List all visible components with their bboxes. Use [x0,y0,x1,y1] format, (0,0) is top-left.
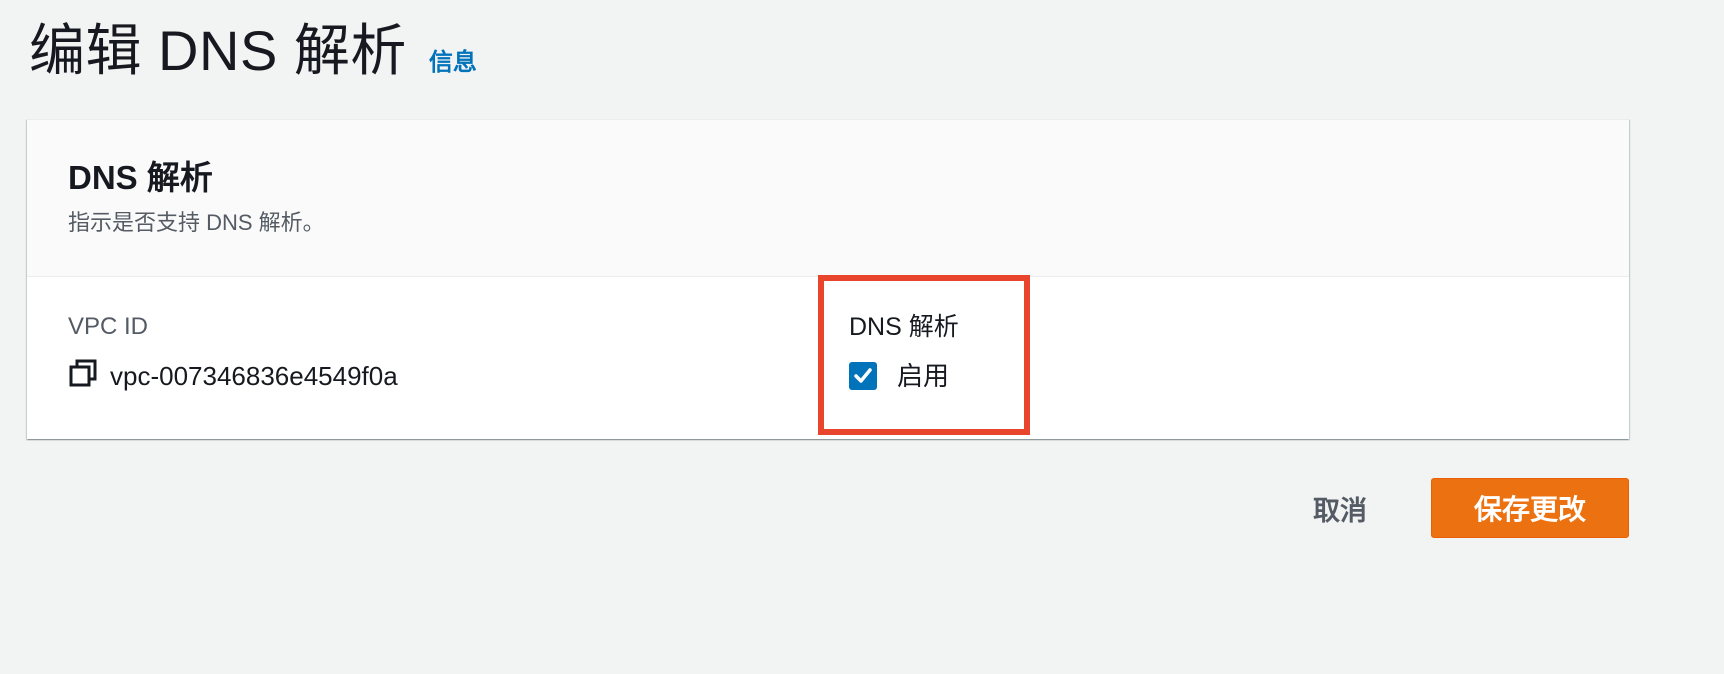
info-link[interactable]: 信息 [429,42,477,77]
vpc-id-label: VPC ID [68,313,149,340]
panel-title: DNS 解析 [68,159,213,196]
vpc-id-value-row: vpc-007346836e4549f0a [68,358,398,393]
save-changes-button[interactable]: 保存更改 [1431,478,1629,538]
enable-checkbox[interactable] [849,362,877,390]
page-header: 编辑 DNS 解析 信息 [29,16,477,86]
dns-resolution-field: DNS 解析 启用 [849,312,959,392]
panel-body: VPC ID vpc-007346836e4549f0a DNS 解析 启用 [27,277,1629,439]
copy-icon[interactable] [68,358,110,393]
enable-checkbox-label[interactable]: 启用 [897,360,949,392]
enable-checkbox-row[interactable]: 启用 [849,360,959,392]
form-actions: 取消 保存更改 [1293,478,1629,538]
page-title: 编辑 DNS 解析 [29,19,407,82]
panel-header: DNS 解析 指示是否支持 DNS 解析。 [27,120,1629,277]
page: 编辑 DNS 解析 信息 DNS 解析 指示是否支持 DNS 解析。 VPC I… [0,0,1724,674]
cancel-button[interactable]: 取消 [1293,478,1387,538]
checkmark-icon [854,368,872,383]
panel-description: 指示是否支持 DNS 解析。 [68,210,325,235]
vpc-id-field: VPC ID vpc-007346836e4549f0a [68,312,398,393]
dns-resolution-label: DNS 解析 [849,313,959,341]
vpc-id-value: vpc-007346836e4549f0a [110,360,398,391]
dns-settings-panel: DNS 解析 指示是否支持 DNS 解析。 VPC ID vpc-0073468… [27,119,1629,439]
